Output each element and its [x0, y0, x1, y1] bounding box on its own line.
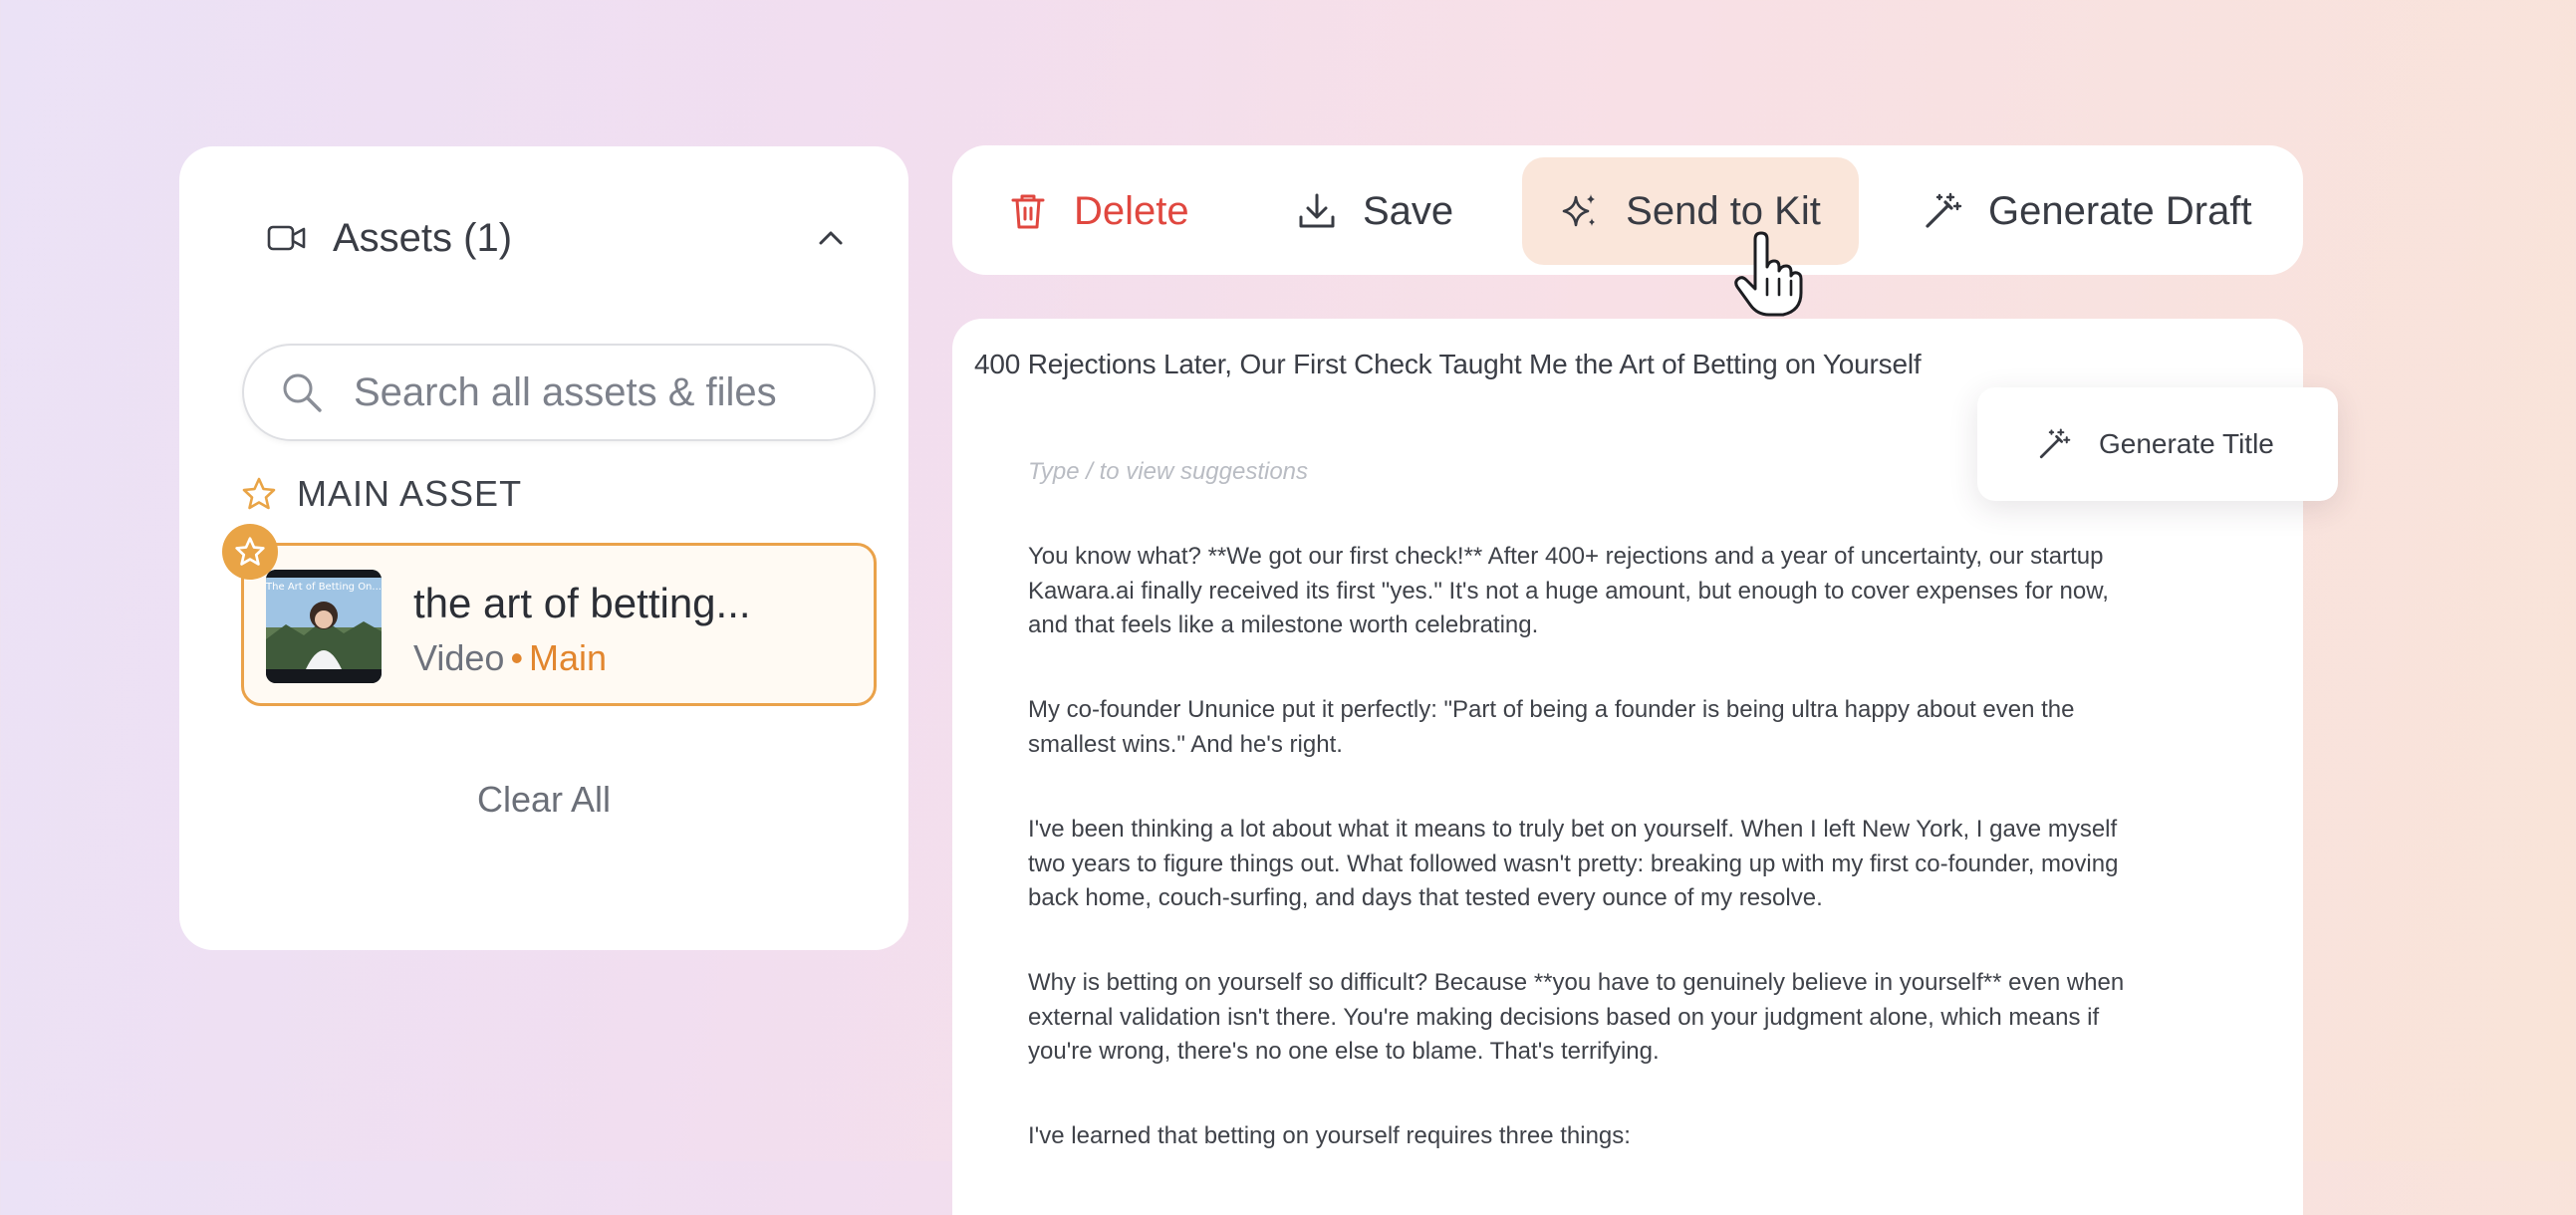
star-icon: [235, 537, 265, 566]
asset-main-tag: Main: [529, 637, 608, 678]
delete-label: Delete: [1074, 188, 1189, 233]
save-button[interactable]: Save: [1297, 157, 1453, 265]
generate-title-button[interactable]: Generate Title: [1977, 387, 2338, 501]
chevron-up-icon[interactable]: [813, 220, 849, 256]
suggestions-hint[interactable]: Type / to view suggestions: [1028, 458, 1308, 486]
sparkles-icon: [1562, 194, 1596, 227]
star-outline-icon: [242, 477, 276, 510]
document-title[interactable]: 400 Rejections Later, Our First Check Ta…: [974, 349, 1922, 380]
assets-title: Assets (1): [333, 215, 513, 260]
generate-draft-label: Generate Draft: [1988, 188, 2252, 233]
paragraph[interactable]: I've been thinking a lot about what it m…: [1028, 813, 2154, 916]
main-asset-label: MAIN ASSET: [297, 473, 523, 514]
hand-cursor-icon: [1734, 231, 1803, 317]
generate-title-label: Generate Title: [2099, 428, 2274, 459]
download-icon: [1299, 193, 1335, 228]
delete-button[interactable]: Delete: [1008, 157, 1189, 265]
main-asset-section-label: MAIN ASSET: [241, 473, 522, 515]
search-icon: [283, 373, 322, 412]
save-label: Save: [1363, 188, 1454, 233]
assets-header[interactable]: Assets (1): [267, 210, 849, 266]
asset-card[interactable]: The Art of Betting On... the art of bett…: [222, 524, 877, 706]
asset-meta: Video • Main: [413, 637, 608, 678]
magic-wand-icon: [2039, 428, 2071, 459]
magic-wand-icon: [1926, 192, 1962, 228]
paragraph[interactable]: Why is betting on yourself so difficult?…: [1028, 966, 2154, 1070]
thumbnail-caption: The Art of Betting On...: [266, 582, 382, 593]
asset-type: Video: [413, 637, 505, 678]
search-input[interactable]: [352, 368, 834, 416]
generate-draft-button[interactable]: Generate Draft: [1923, 157, 2252, 265]
toolbar: Delete Save Send to Kit Generate Draft: [952, 145, 2303, 275]
paragraph[interactable]: I've learned that betting on yourself re…: [1028, 1119, 2154, 1154]
paragraph[interactable]: You know what? **We got our first check!…: [1028, 540, 2154, 643]
asset-name: the art of betting...: [413, 580, 751, 626]
video-camera-icon: [267, 225, 306, 251]
assets-panel: Assets (1) MAIN ASSET: [179, 146, 908, 950]
send-to-kit-button[interactable]: Send to Kit: [1522, 157, 1859, 265]
trash-icon: [1011, 194, 1045, 229]
send-to-kit-label: Send to Kit: [1626, 188, 1821, 233]
clear-all-button[interactable]: Clear All: [179, 779, 908, 821]
paragraph[interactable]: My co-founder Ununice put it perfectly: …: [1028, 693, 2154, 762]
asset-search[interactable]: [242, 344, 876, 441]
video-thumbnail: The Art of Betting On...: [266, 570, 382, 683]
